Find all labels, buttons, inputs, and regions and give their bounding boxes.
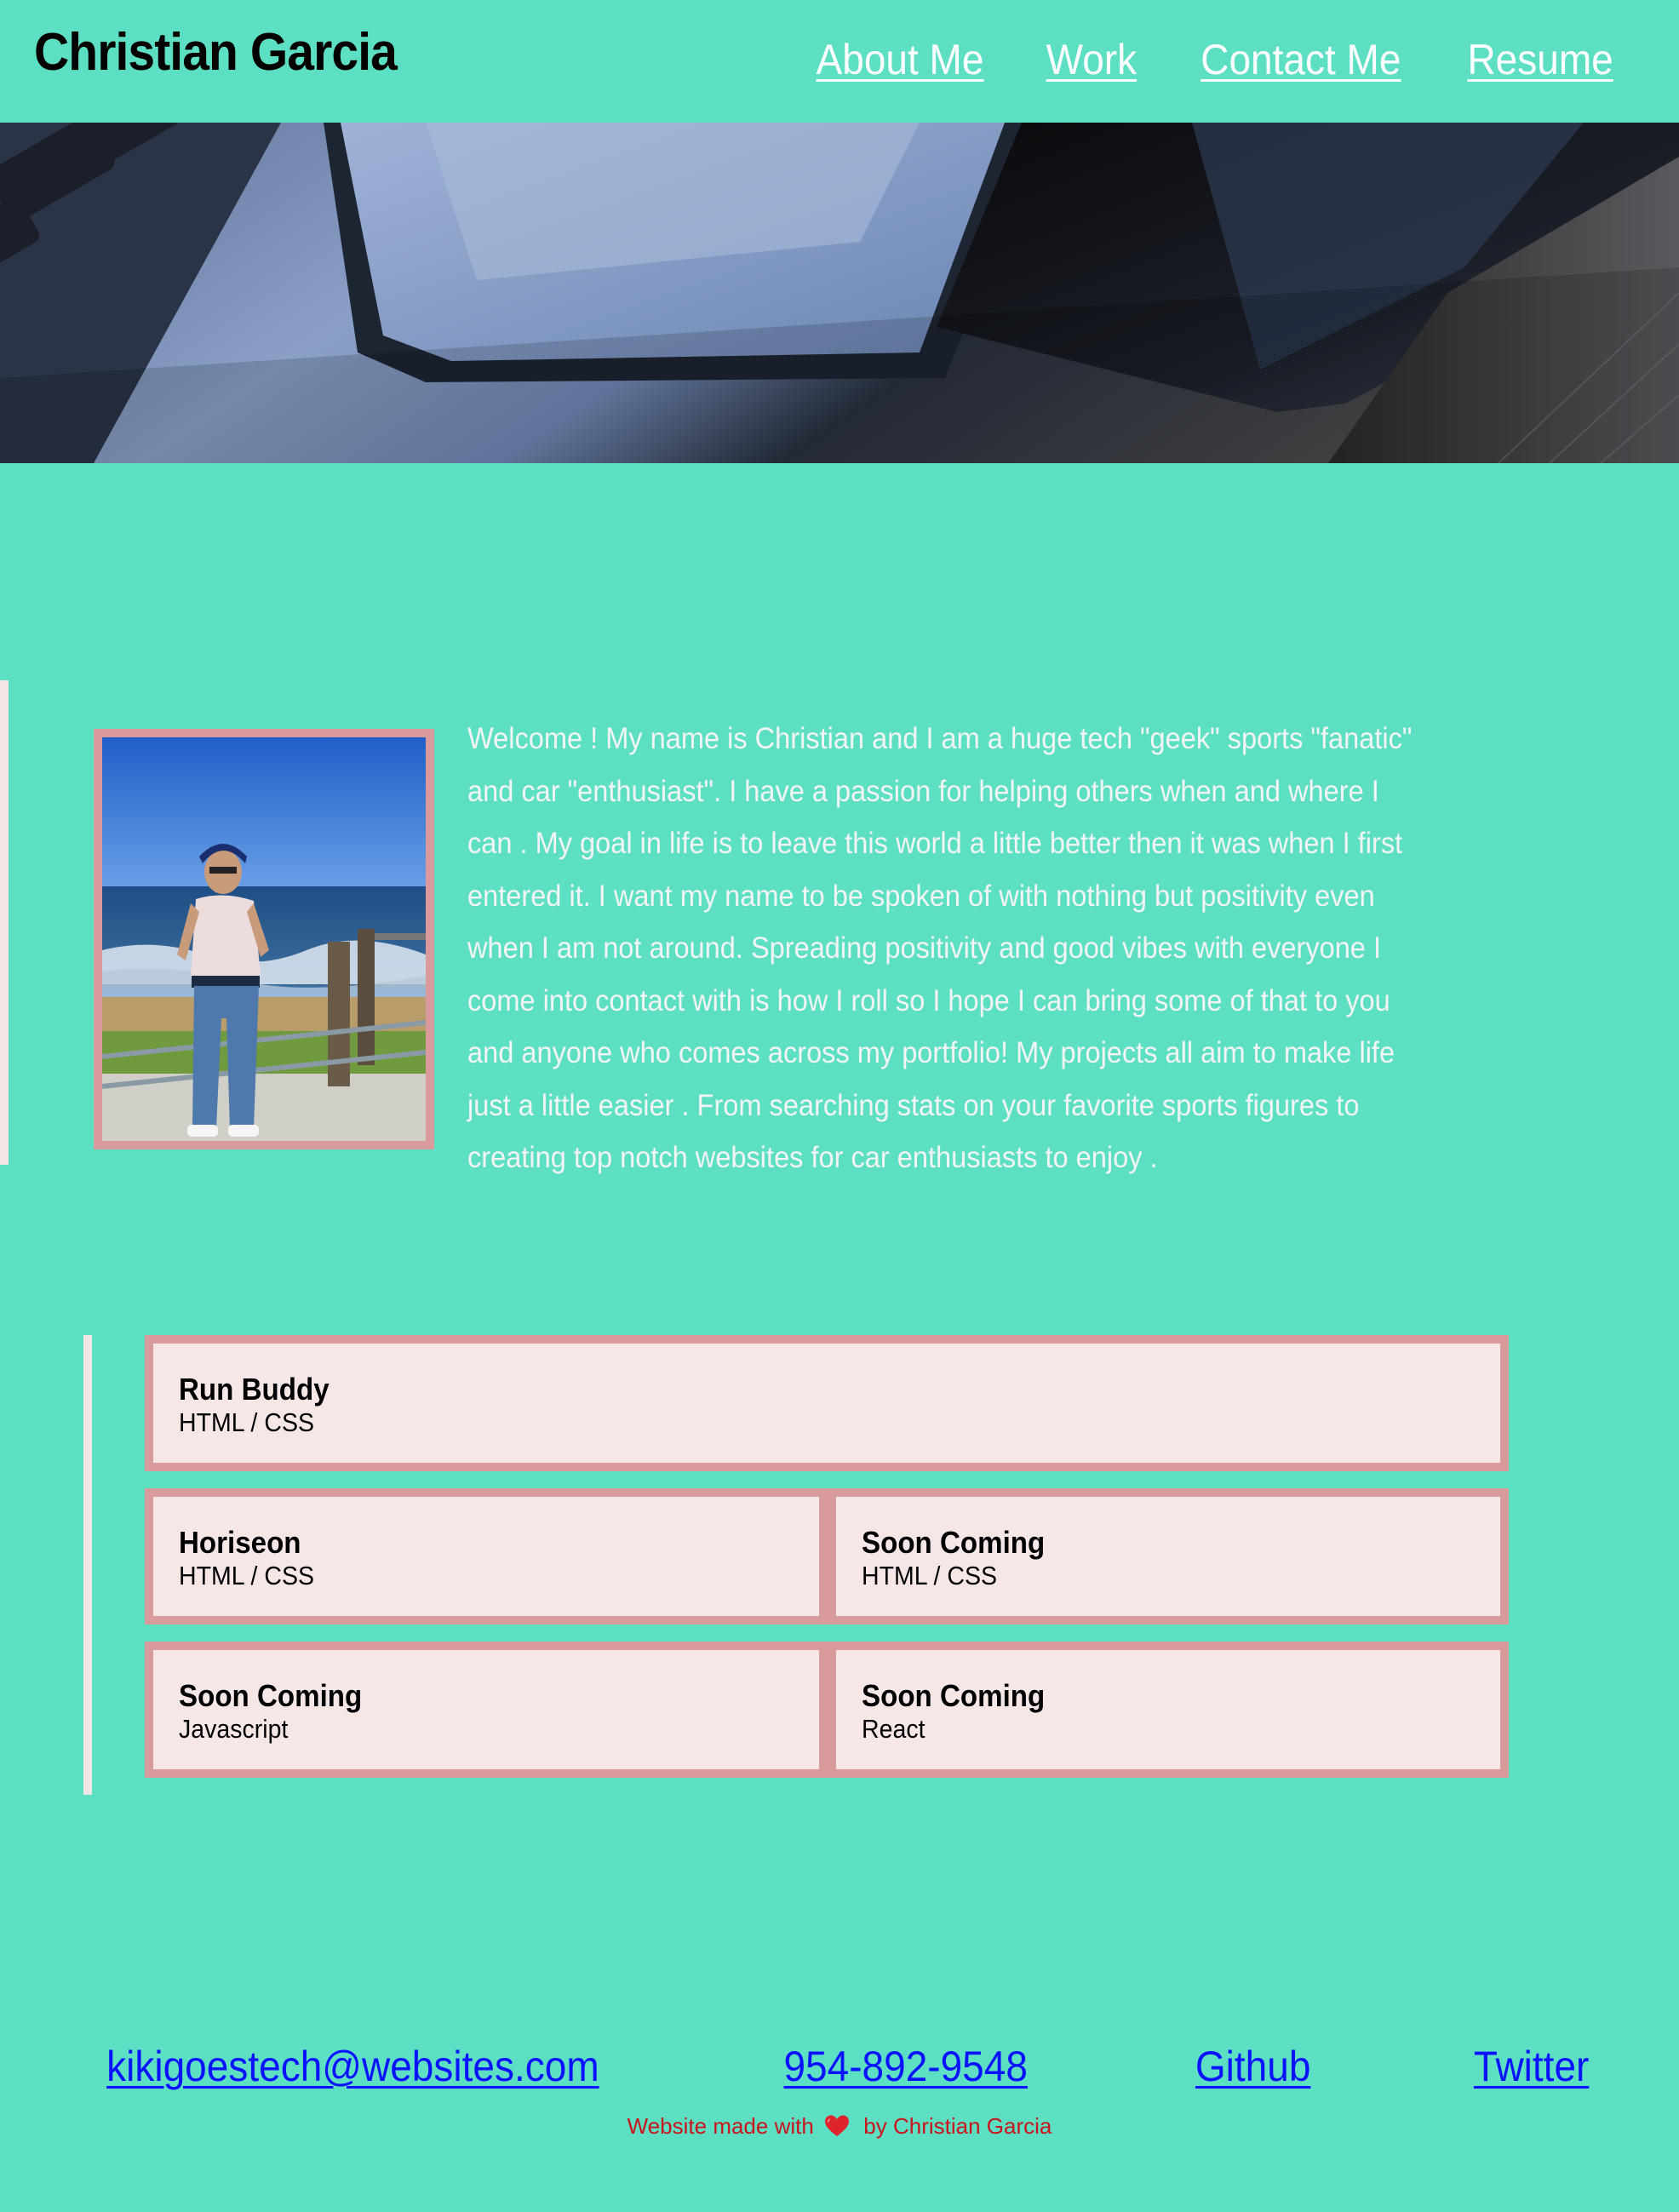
about-section: Welcome ! My name is Christian and I am … [0, 680, 1679, 1174]
credit-suffix: by Christian Garcia [863, 2113, 1052, 2139]
nav-link-resume[interactable]: Resume [1467, 34, 1613, 85]
footer-credit: Website made with by Christian Garcia [0, 2113, 1679, 2143]
nav-link-about-me[interactable]: About Me [817, 34, 984, 85]
project-card-soon-coming-javascript[interactable]: Soon Coming Javascript [145, 1642, 828, 1778]
project-tech: HTML / CSS [179, 1407, 315, 1437]
about-accent-bar [0, 680, 9, 1165]
profile-photo [94, 729, 434, 1149]
credit-prefix: Website made with [627, 2113, 814, 2139]
contact-links: kikigoestech@websites.com 954-892-9548 G… [85, 2043, 1594, 2090]
project-card-soon-coming-html[interactable]: Soon Coming HTML / CSS [828, 1488, 1509, 1625]
hero-image [0, 123, 1679, 463]
nav-link-contact-me[interactable]: Contact Me [1201, 34, 1401, 85]
hero-illustration [0, 123, 1679, 463]
project-tech: HTML / CSS [862, 1560, 998, 1590]
profile-photo-illustration [102, 737, 426, 1141]
project-title: Horiseon [179, 1525, 301, 1560]
project-tech: HTML / CSS [179, 1560, 315, 1590]
nav-link-work[interactable]: Work [1046, 34, 1137, 85]
project-tech: React [862, 1713, 925, 1744]
project-tech: Javascript [179, 1713, 289, 1744]
project-card-soon-coming-react[interactable]: Soon Coming React [828, 1642, 1509, 1778]
work-accent-bar [83, 1335, 92, 1795]
project-title: Soon Coming [862, 1525, 1046, 1560]
project-card-run-buddy[interactable]: Run Buddy HTML / CSS [145, 1335, 1509, 1471]
twitter-link[interactable]: Twitter [1474, 2043, 1589, 2090]
email-link[interactable]: kikigoestech@websites.com [106, 2043, 599, 2090]
github-link[interactable]: Github [1195, 2043, 1311, 2090]
work-section: Run Buddy HTML / CSS Horiseon HTML / CSS… [83, 1335, 1514, 1795]
project-title: Soon Coming [862, 1678, 1046, 1713]
main-nav: About Me Work Contact Me Resume [809, 34, 1619, 85]
heart-icon [825, 2115, 850, 2143]
site-header: Christian Garcia About Me Work Contact M… [0, 0, 1679, 123]
project-title: Soon Coming [179, 1678, 363, 1713]
phone-link[interactable]: 954-892-9548 [783, 2043, 1027, 2090]
site-title: Christian Garcia [34, 23, 398, 82]
project-card-horiseon[interactable]: Horiseon HTML / CSS [145, 1488, 828, 1625]
about-text: Welcome ! My name is Christian and I am … [467, 722, 1413, 1174]
project-title: Run Buddy [179, 1372, 329, 1407]
